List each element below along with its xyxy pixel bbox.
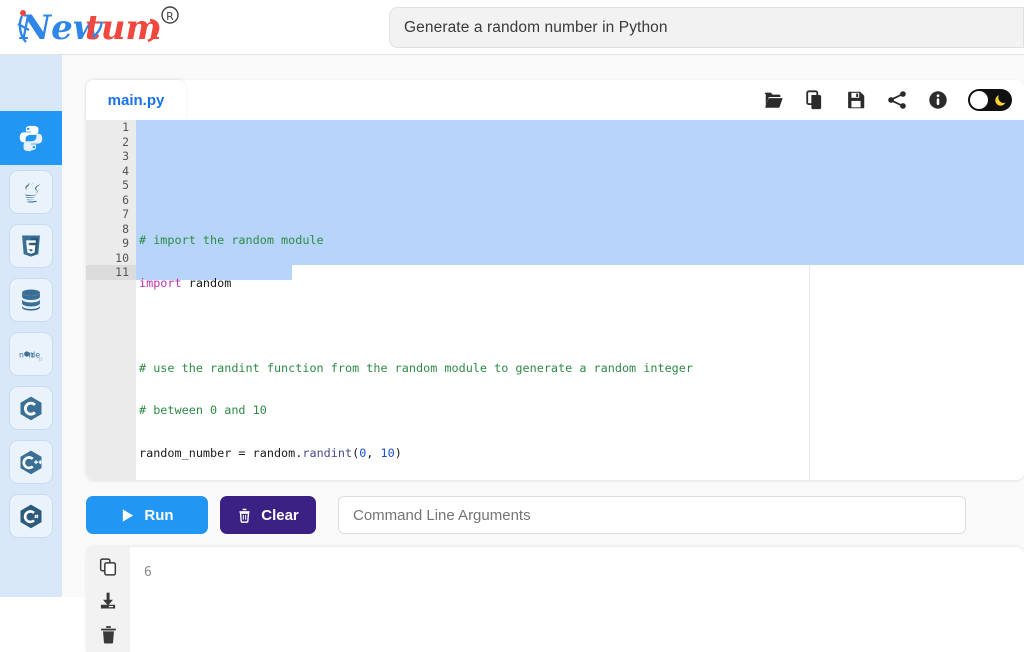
- line-number-gutter: 1 2 3 4 5 6 7 8 9 10 11: [86, 120, 136, 480]
- tab-label: main.py: [108, 92, 165, 109]
- language-sidebar: n node n de js: [0, 55, 62, 597]
- code-token-comma: ,: [366, 446, 380, 460]
- code-token-paren: ): [395, 446, 402, 460]
- copy-output-icon[interactable]: [98, 557, 118, 577]
- line-number: 6: [86, 193, 136, 208]
- html5-icon: [18, 233, 44, 259]
- line-number: 5: [86, 178, 136, 193]
- editor-toolbar: [763, 89, 1012, 111]
- info-icon[interactable]: [927, 89, 949, 111]
- page-title-pill: Generate a random number in Python: [389, 7, 1024, 48]
- line-number: 10: [86, 251, 136, 266]
- code-editor[interactable]: 1 2 3 4 5 6 7 8 9 10 11 # import the: [86, 120, 1024, 480]
- csharp-icon: [17, 502, 45, 530]
- clear-output-icon[interactable]: [99, 625, 118, 645]
- line-number-active: 11: [86, 265, 136, 280]
- code-text: # import the random module import random…: [139, 120, 693, 480]
- svg-text:n: n: [19, 351, 24, 360]
- output-panel: 6: [86, 547, 1024, 652]
- play-icon: [120, 508, 135, 523]
- toggle-knob: [970, 91, 988, 109]
- controls-row: Run Clear: [86, 495, 1024, 535]
- trash-icon: [237, 507, 252, 523]
- output-actions: [86, 547, 130, 652]
- download-output-icon[interactable]: [98, 591, 118, 611]
- main-content: main.py: [62, 55, 1024, 597]
- sidebar-item-html[interactable]: [0, 219, 62, 273]
- moon-icon: [993, 92, 1009, 108]
- line-number: 7: [86, 207, 136, 222]
- code-line-2: [139, 191, 693, 206]
- sidebar-item-cpp[interactable]: [0, 435, 62, 489]
- sidebar-item-java[interactable]: [0, 165, 62, 219]
- code-line-4: import random: [139, 276, 693, 291]
- line-number: 1: [86, 120, 136, 135]
- sidebar-item-sql[interactable]: [0, 273, 62, 327]
- editor-split-divider: [809, 265, 810, 480]
- svg-text:R: R: [166, 10, 174, 23]
- run-button-label: Run: [144, 507, 173, 524]
- code-line-3: # import the random module: [139, 233, 693, 248]
- save-icon[interactable]: [845, 89, 867, 111]
- run-button[interactable]: Run: [86, 496, 208, 534]
- svg-text:tum: tum: [85, 8, 161, 48]
- code-line-8: random_number = random.randint(0, 10): [139, 446, 693, 461]
- clear-button-label: Clear: [261, 507, 299, 524]
- code-token-comment: # import the random module: [139, 233, 324, 247]
- line-number: 3: [86, 149, 136, 164]
- line-number: 8: [86, 222, 136, 237]
- sidebar-item-python[interactable]: [0, 111, 62, 165]
- sidebar-item-c[interactable]: [0, 381, 62, 435]
- open-file-icon[interactable]: [763, 89, 785, 111]
- svg-text:js: js: [38, 356, 43, 362]
- line-number: 4: [86, 164, 136, 179]
- page-title: Generate a random number in Python: [390, 19, 668, 37]
- copy-icon[interactable]: [804, 89, 826, 111]
- sidebar-item-csharp[interactable]: [0, 489, 62, 543]
- java-icon: [18, 179, 44, 205]
- code-token-keyword: import: [139, 276, 182, 290]
- code-line-7: # between 0 and 10: [139, 403, 693, 418]
- top-bar: New tum R Generate a random number in Py…: [0, 0, 1024, 55]
- sidebar-item-node[interactable]: n node n de js: [0, 327, 62, 381]
- python-icon: [16, 123, 46, 153]
- database-icon: [18, 287, 44, 313]
- clear-button[interactable]: Clear: [220, 496, 316, 534]
- line-number: 2: [86, 135, 136, 150]
- code-line-1: [139, 148, 693, 163]
- code-area[interactable]: # import the random module import random…: [136, 120, 1024, 480]
- command-line-arguments-input[interactable]: [338, 496, 966, 534]
- tab-main-py[interactable]: main.py: [86, 80, 186, 120]
- dark-mode-toggle[interactable]: [968, 89, 1012, 111]
- c-icon: [17, 394, 45, 422]
- share-icon[interactable]: [886, 89, 908, 111]
- code-token-comment: # between 0 and 10: [139, 403, 267, 417]
- code-token-var: random_number = random.: [139, 446, 302, 460]
- code-line-5: [139, 318, 693, 333]
- code-token-func: randint: [302, 446, 352, 460]
- cpp-icon: [17, 448, 45, 476]
- code-line-6: # use the randint function from the rand…: [139, 361, 693, 376]
- newtum-logo[interactable]: New tum R: [12, 2, 202, 52]
- code-token-number: 10: [381, 446, 395, 460]
- output-value: 6: [144, 565, 152, 580]
- node-icon: n node n de js: [14, 343, 48, 365]
- editor-card: main.py: [86, 80, 1024, 480]
- line-number: 9: [86, 236, 136, 251]
- code-token-module: random: [182, 276, 232, 290]
- code-token-comment: # use the randint function from the rand…: [139, 361, 693, 375]
